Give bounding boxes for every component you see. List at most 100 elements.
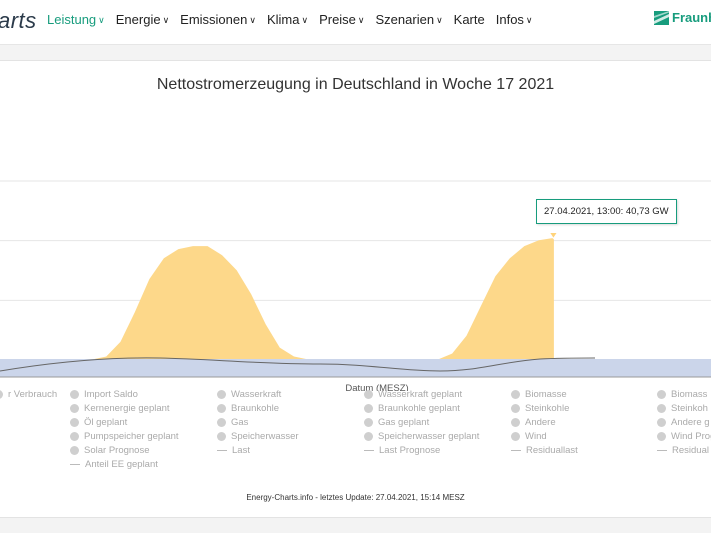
legend-label: Last Prognose [379, 445, 441, 456]
legend-item[interactable]: Gas [217, 417, 248, 428]
legend-dot-icon [511, 418, 520, 427]
chevron-down-icon: ∨ [249, 15, 256, 25]
legend-label: Biomass [671, 389, 708, 400]
legend-label: Residual [672, 445, 709, 456]
nav-item-label: Klima [266, 12, 300, 27]
legend-item[interactable]: Wasserkraft geplant [364, 389, 462, 400]
nav-item-label: Karte [453, 12, 485, 27]
legend-dot-icon [70, 390, 79, 399]
area-chart[interactable]: 26.04.202126.04.202126.04.202127.04.2021… [0, 61, 711, 391]
chevron-down-icon: ∨ [357, 15, 365, 25]
legend-dot-icon [217, 418, 226, 427]
legend-item[interactable]: Anteil EE geplant [70, 459, 158, 470]
legend-label: Wasserkraft geplant [378, 389, 463, 400]
legend-dot-icon [70, 404, 79, 413]
fraunhofer-logo[interactable]: Fraunh [654, 10, 711, 25]
nav-item-label: Infos [495, 12, 524, 27]
legend-label: Solar Prognose [84, 445, 150, 456]
legend-label: Andere g [671, 417, 710, 428]
navigator-range[interactable] [0, 359, 711, 377]
legend-label: Speicherwasser [231, 431, 299, 442]
legend-dot-icon [511, 404, 520, 413]
legend-dot-icon [657, 418, 666, 427]
legend-label: Speicherwasser geplant [378, 431, 480, 442]
legend-label: Residuallast [526, 445, 578, 456]
legend-line-icon [657, 450, 667, 451]
legend-label: Gas geplant [378, 417, 430, 428]
legend-label: Andere [525, 417, 556, 428]
legend-dot-icon [511, 390, 520, 399]
legend-label: Kernenergie geplant [84, 403, 170, 414]
chevron-down-icon: ∨ [301, 15, 309, 25]
legend-item[interactable]: Last Prognose [364, 445, 440, 456]
legend-item[interactable]: Andere g [657, 417, 710, 428]
legend-item[interactable]: Kernenergie geplant [70, 403, 170, 414]
nav-item-szenarien[interactable]: Szenarien ∨ [376, 12, 443, 27]
legend-label: Braunkohle [231, 403, 280, 414]
nav-item-leistung[interactable]: Leistung ∨ [47, 12, 105, 27]
nav-item-energie[interactable]: Energie ∨ [116, 12, 169, 27]
nav-item-karte[interactable]: Karte [454, 12, 485, 27]
legend-item[interactable]: Solar Prognose [70, 445, 149, 456]
nav-item-label: Szenarien [375, 12, 435, 27]
legend-label: Wind Prog [671, 431, 711, 442]
legend-label: Öl geplant [84, 417, 128, 428]
legend-item[interactable]: Wind [511, 431, 547, 442]
legend-item[interactable]: Speicherwasser geplant [364, 431, 479, 442]
legend-dot-icon [364, 404, 373, 413]
legend-item[interactable]: Residuallast [511, 445, 578, 456]
solar-area-day-1[interactable] [77, 246, 309, 361]
legend-item[interactable]: Last [217, 445, 250, 456]
legend-dot-icon [70, 432, 79, 441]
legend-item[interactable]: Öl geplant [70, 417, 127, 428]
legend-item[interactable]: Gas geplant [364, 417, 429, 428]
nav-item-klima[interactable]: Klima ∨ [267, 12, 308, 27]
legend-dot-icon [364, 390, 373, 399]
legend-dot-icon [217, 432, 226, 441]
legend-item[interactable]: Steinkohle [511, 403, 569, 414]
legend-item[interactable]: Speicherwasser [217, 431, 299, 442]
legend-item[interactable]: Residual [657, 445, 709, 456]
legend-dot-icon [217, 390, 226, 399]
legend-item[interactable]: Steinkoh [657, 403, 708, 414]
legend-item[interactable]: Import Saldo [70, 389, 138, 400]
legend-dot-icon [364, 432, 373, 441]
top-navigation-bar: arts Leistung ∨ Energie ∨ Emissionen ∨ Klima ∨ P… [0, 0, 711, 45]
legend-label: Wind [525, 431, 547, 442]
legend-label: r Verbrauch [8, 389, 58, 400]
legend-item[interactable]: Andere [511, 417, 556, 428]
legend-dot-icon [0, 390, 3, 399]
legend-item[interactable]: r Verbrauch [0, 389, 57, 400]
legend-item[interactable]: Braunkohle geplant [364, 403, 460, 414]
legend-label: Import Saldo [84, 389, 138, 400]
legend-line-icon [217, 450, 227, 451]
legend-label: Biomasse [525, 389, 567, 400]
legend-label: Anteil EE geplant [85, 459, 158, 470]
main-menu: Leistung ∨ Energie ∨ Emissionen ∨ Klima ∨ Preise… [47, 12, 533, 27]
legend-item[interactable]: Biomass [657, 389, 707, 400]
legend-label: Steinkohle [525, 403, 570, 414]
legend-item[interactable]: Braunkohle [217, 403, 279, 414]
nav-item-label: Leistung [47, 12, 97, 27]
legend-dot-icon [70, 418, 79, 427]
nav-item-preise[interactable]: Preise ∨ [319, 12, 364, 27]
legend-dot-icon [70, 446, 79, 455]
chevron-down-icon: ∨ [525, 15, 533, 25]
legend-line-icon [364, 450, 374, 451]
solar-area-day-2[interactable] [423, 237, 554, 361]
chart-card: Nettostromerzeugung in Deutschland in Wo… [0, 60, 711, 518]
legend-dot-icon [364, 418, 373, 427]
nav-item-label: Emissionen [180, 12, 248, 27]
chevron-down-icon: ∨ [436, 15, 443, 25]
chevron-down-icon: ∨ [162, 15, 170, 25]
nav-item-emissionen[interactable]: Emissionen ∨ [180, 12, 256, 27]
nav-item-infos[interactable]: Infos ∨ [496, 12, 533, 27]
legend-item[interactable]: Wasserkraft [217, 389, 281, 400]
legend-item[interactable]: Biomasse [511, 389, 567, 400]
legend-item[interactable]: Pumpspeicher geplant [70, 431, 179, 442]
chevron-down-icon: ∨ [98, 15, 105, 25]
energy-charts-logo[interactable]: arts [0, 8, 37, 34]
legend-label: Braunkohle geplant [378, 403, 460, 414]
legend-line-icon [511, 450, 521, 451]
legend-item[interactable]: Wind Prog [657, 431, 711, 442]
